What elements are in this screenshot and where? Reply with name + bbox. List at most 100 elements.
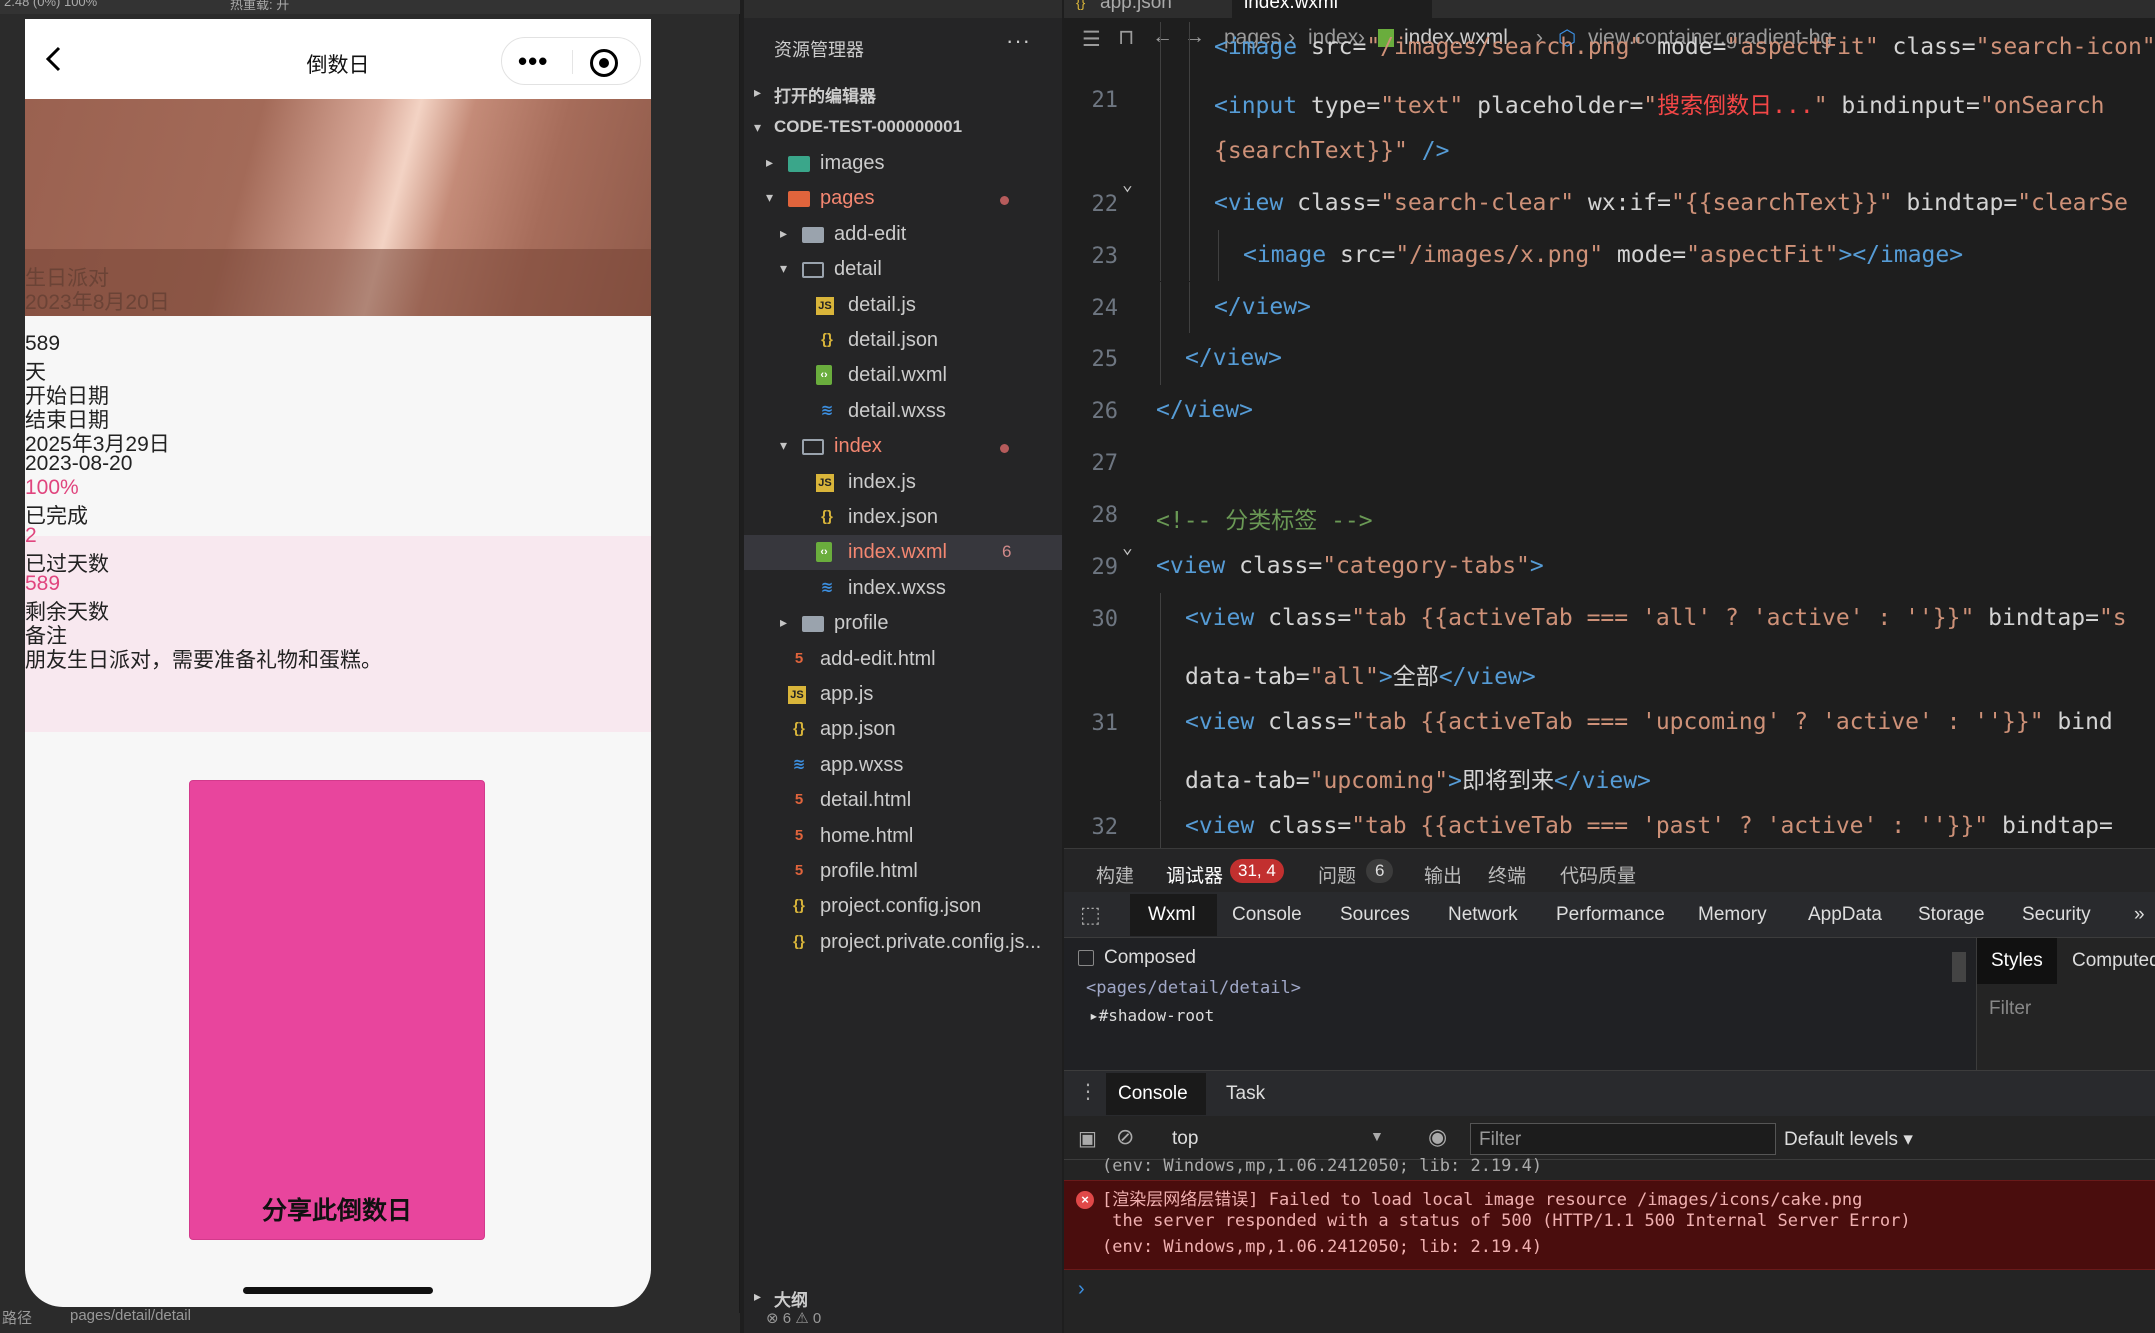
composed-checkbox[interactable] bbox=[1078, 950, 1094, 966]
code-text[interactable]: <view class="tab {{activeTab === 'upcomi… bbox=[1185, 709, 2113, 735]
tree-item-detail-wxml[interactable]: ‹› detail.wxml bbox=[744, 358, 1062, 393]
drawer-tab-console[interactable]: Console bbox=[1118, 1083, 1188, 1105]
eye-icon[interactable]: ◉ bbox=[1428, 1124, 1447, 1150]
tree-item-detail[interactable]: ▾ detail bbox=[744, 252, 1062, 287]
chevron-down-icon[interactable]: ▼ bbox=[1370, 1128, 1384, 1144]
tree-item-app-js[interactable]: JS app.js bbox=[744, 677, 1062, 712]
code-line[interactable]: 24 </view> bbox=[1064, 281, 2155, 334]
console-filter-input[interactable]: Filter bbox=[1470, 1123, 1776, 1155]
code-line[interactable]: 25 </view> bbox=[1064, 333, 2155, 386]
more-tabs-icon[interactable]: » bbox=[2134, 904, 2145, 926]
clear-console-icon[interactable]: ⊘ bbox=[1116, 1124, 1134, 1150]
sidebar-toggle-icon[interactable]: ▣ bbox=[1078, 1126, 1097, 1151]
capsule-menu[interactable]: ••• bbox=[501, 37, 641, 85]
tree-item-images[interactable]: ▸ images bbox=[744, 146, 1062, 181]
tree-item-app-json[interactable]: {} app.json bbox=[744, 712, 1062, 747]
tab-wxml[interactable]: Wxml bbox=[1148, 904, 1195, 926]
code-line[interactable]: 27 bbox=[1064, 437, 2155, 487]
tree-item-index-wxss[interactable]: ≋ index.wxss bbox=[744, 571, 1062, 606]
code-text[interactable]: <view class="search-clear" wx:if="{{sear… bbox=[1214, 190, 2128, 216]
tree-item-home-html[interactable]: 5 home.html bbox=[744, 819, 1062, 854]
code-line[interactable]: data-tab="all">全部</view> bbox=[1064, 644, 2155, 697]
tab-code-quality[interactable]: 代码质量 bbox=[1560, 861, 1636, 888]
tree-item-project-config-json[interactable]: {} project.config.json bbox=[744, 889, 1062, 924]
scrollbar[interactable] bbox=[1952, 952, 1966, 982]
code-line[interactable]: {searchText}}" /> bbox=[1064, 125, 2155, 178]
code-line[interactable]: data-tab="upcoming">即将到来</view> bbox=[1064, 748, 2155, 801]
tab-memory[interactable]: Memory bbox=[1698, 904, 1767, 926]
tree-item-project-private-config-js-[interactable]: {} project.private.config.js... bbox=[744, 925, 1062, 960]
code-text[interactable]: </view> bbox=[1156, 397, 1253, 423]
section-project[interactable]: ▾ CODE-TEST-000000001 bbox=[744, 111, 1062, 146]
tab-computed[interactable]: Computed bbox=[2072, 950, 2155, 972]
console-prompt[interactable]: › bbox=[1078, 1278, 1085, 1301]
tab-security[interactable]: Security bbox=[2022, 904, 2091, 926]
tab-terminal[interactable]: 终端 bbox=[1488, 861, 1526, 888]
tab-problems[interactable]: 问题 bbox=[1318, 861, 1356, 888]
code-text[interactable]: <image src="/images/x.png" mode="aspectF… bbox=[1243, 242, 1963, 268]
code-line[interactable]: 30 <view class="tab {{activeTab === 'all'… bbox=[1064, 592, 2155, 645]
code-text[interactable]: </view> bbox=[1185, 345, 1282, 371]
tab-network[interactable]: Network bbox=[1448, 904, 1518, 926]
problems-status[interactable]: ⊗ 6 ⚠ 0 bbox=[744, 1310, 1062, 1333]
tree-item-detail-wxss[interactable]: ≋ detail.wxss bbox=[744, 394, 1062, 429]
share-button[interactable]: 分享此倒数日 bbox=[189, 780, 485, 1240]
code-line[interactable]: 21 <input type="text" placeholder="搜索倒数日.… bbox=[1064, 73, 2155, 126]
code-text[interactable]: <view class="tab {{activeTab === 'past' … bbox=[1185, 813, 2113, 839]
drawer-tab-task[interactable]: Task bbox=[1226, 1083, 1265, 1105]
chevron-right-icon[interactable]: ▸ bbox=[780, 225, 787, 242]
more-icon[interactable]: ••• bbox=[518, 46, 548, 77]
chevron-right-icon[interactable]: ▸ bbox=[766, 154, 773, 171]
tab-console[interactable]: Console bbox=[1232, 904, 1302, 926]
tree-item-index-wxml[interactable]: ‹› index.wxml 6 bbox=[744, 535, 1062, 571]
tree-item-index-js[interactable]: JS index.js bbox=[744, 465, 1062, 500]
tree-item-profile-html[interactable]: 5 profile.html bbox=[744, 854, 1062, 889]
chevron-down-icon[interactable]: ▾ bbox=[780, 260, 787, 277]
section-open-editors[interactable]: ▸ 打开的编辑器 bbox=[744, 76, 1062, 111]
chevron-right-icon[interactable]: ▸ bbox=[780, 614, 787, 631]
code-text[interactable]: <view class="category-tabs"> bbox=[1156, 553, 1544, 579]
code-line[interactable]: 22 ⌄ <view class="search-clear" wx:if="{{s… bbox=[1064, 174, 2155, 230]
tab-sources[interactable]: Sources bbox=[1340, 904, 1410, 926]
tab-styles[interactable]: Styles bbox=[1991, 950, 2043, 972]
drawer-menu-icon[interactable]: ⋮ bbox=[1078, 1079, 1098, 1104]
chevron-down-icon[interactable]: ▾ bbox=[780, 437, 787, 454]
tree-item-profile[interactable]: ▸ profile bbox=[744, 606, 1062, 641]
tree-item-app-wxss[interactable]: ≋ app.wxss bbox=[744, 748, 1062, 783]
code-text[interactable]: </view> bbox=[1214, 294, 1311, 320]
shadow-root-node[interactable]: ▸#shadow-root bbox=[1089, 1006, 1214, 1025]
tab-appdata[interactable]: AppData bbox=[1808, 904, 1882, 926]
tree-item-detail-json[interactable]: {} detail.json bbox=[744, 323, 1062, 358]
tab-performance[interactable]: Performance bbox=[1556, 904, 1665, 926]
tree-item-pages[interactable]: ▾ pages bbox=[744, 181, 1062, 216]
tab-app-json[interactable]: app.json bbox=[1100, 0, 1172, 14]
dom-node[interactable]: <pages/detail/detail> bbox=[1086, 978, 1301, 998]
code-text[interactable]: <!-- 分类标签 --> bbox=[1156, 501, 1373, 535]
page-path[interactable]: pages/detail/detail bbox=[70, 1307, 191, 1324]
tree-item-detail-js[interactable]: JS detail.js bbox=[744, 288, 1062, 323]
tree-item-add-edit-html[interactable]: 5 add-edit.html bbox=[744, 642, 1062, 677]
code-line[interactable]: 23 <image src="/images/x.png" mode="aspec… bbox=[1064, 229, 2155, 282]
tree-item-index-json[interactable]: {} index.json bbox=[744, 500, 1062, 535]
code-line[interactable]: 32 <view class="tab {{activeTab === 'past… bbox=[1064, 800, 2155, 848]
more-actions-icon[interactable]: ··· bbox=[1006, 28, 1031, 54]
styles-filter-input[interactable]: Filter bbox=[1989, 998, 2031, 1020]
tab-build[interactable]: 构建 bbox=[1096, 861, 1134, 888]
code-line[interactable]: 29 ⌄ <view class="category-tabs"> bbox=[1064, 537, 2155, 591]
code-text[interactable]: data-tab="upcoming">即将到来</view> bbox=[1185, 761, 1651, 795]
chevron-down-icon[interactable]: ▾ bbox=[766, 189, 773, 206]
tab-index-wxml[interactable]: index.wxml bbox=[1244, 0, 1338, 14]
tree-item-detail-html[interactable]: 5 detail.html bbox=[744, 783, 1062, 818]
context-select[interactable]: top bbox=[1172, 1128, 1198, 1150]
code-editor[interactable]: {} app.json index.wxml ☰ ⊓ ← → pages › i… bbox=[1064, 0, 2155, 848]
code-text[interactable]: {searchText}}" /> bbox=[1214, 138, 1449, 164]
problems-count[interactable]: ⊗ 6 ⚠ 0 bbox=[766, 1309, 821, 1327]
code-text[interactable]: <input type="text" placeholder="搜索倒数日...… bbox=[1214, 86, 2105, 120]
log-levels-select[interactable]: Default levels ▾ bbox=[1784, 1128, 1913, 1151]
inspect-element-icon[interactable]: ⬚ bbox=[1080, 902, 1101, 928]
fold-chevron-icon[interactable]: ⌄ bbox=[1122, 537, 1133, 558]
tab-storage[interactable]: Storage bbox=[1918, 904, 1985, 926]
code-line[interactable]: 31 <view class="tab {{activeTab === 'upco… bbox=[1064, 696, 2155, 749]
fold-chevron-icon[interactable]: ⌄ bbox=[1122, 174, 1133, 195]
tab-debugger[interactable]: 调试器 bbox=[1166, 861, 1223, 888]
